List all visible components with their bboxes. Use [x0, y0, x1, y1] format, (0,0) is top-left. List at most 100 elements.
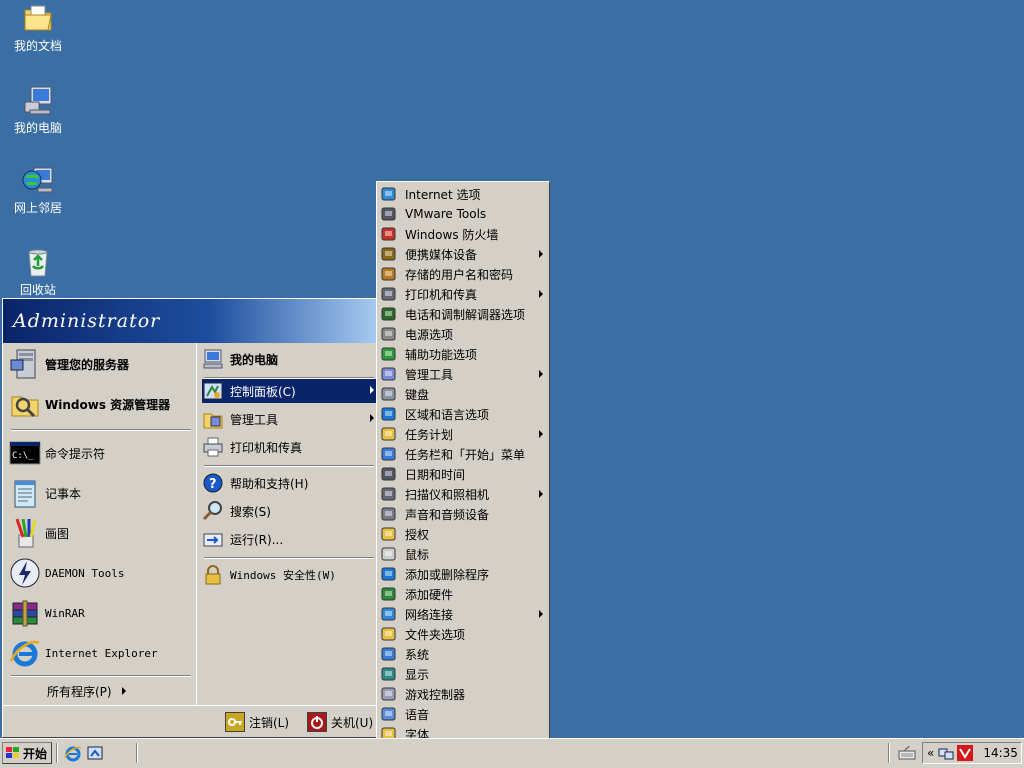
cp-item-label: 文件夹选项: [405, 627, 466, 642]
quicklaunch-show-desktop[interactable]: [86, 744, 104, 762]
start-button[interactable]: 开始: [2, 742, 52, 764]
start-item-control-panel[interactable]: 控制面板(C): [202, 379, 376, 403]
system-tray: « 14:35: [922, 742, 1022, 764]
my-computer-icon: [22, 84, 54, 116]
cp-item-11[interactable]: 区域和语言选项: [377, 404, 549, 424]
cp-item-26[interactable]: 语音: [377, 704, 549, 724]
cp-item-18[interactable]: 鼠标: [377, 544, 549, 564]
start-item-command-prompt[interactable]: C:\_ 命令提示符: [9, 435, 191, 471]
speech-icon: [381, 706, 397, 722]
start-item-notepad[interactable]: 记事本: [9, 475, 191, 511]
cp-item-22[interactable]: 文件夹选项: [377, 624, 549, 644]
start-item-search[interactable]: 搜索(S): [202, 499, 376, 523]
start-item-printers[interactable]: 打印机和传真: [202, 435, 376, 459]
cp-item-label: Windows 防火墙: [405, 227, 499, 242]
start-item-run[interactable]: 运行(R)...: [202, 527, 376, 551]
cp-item-24[interactable]: 显示: [377, 664, 549, 684]
keyboard-icon: [381, 386, 397, 402]
search-icon: [202, 500, 224, 522]
start-item-help[interactable]: ? 帮助和支持(H): [202, 471, 376, 495]
start-item-winrar[interactable]: WinRAR: [9, 595, 191, 631]
cp-item-label: 添加硬件: [405, 587, 454, 602]
cp-item-3[interactable]: 便携媒体设备: [377, 244, 549, 264]
cp-item-10[interactable]: 键盘: [377, 384, 549, 404]
cp-item-label: 键盘: [405, 387, 430, 402]
start-menu-right-pane: 我的电脑 控制面板(C) 管理工具 打印机和传真 ? 帮助和支持(H) 搜索(S…: [198, 343, 377, 705]
start-item-internet-explorer[interactable]: Internet Explorer: [9, 635, 191, 671]
cp-item-9[interactable]: 管理工具: [377, 364, 549, 384]
network-tray-icon[interactable]: [938, 745, 954, 761]
cp-item-2[interactable]: Windows 防火墙: [377, 224, 549, 244]
all-programs-label: 所有程序(P): [47, 684, 112, 699]
desktop-icon-my-documents[interactable]: 我的文档: [6, 2, 70, 54]
desktop-icon-network-places[interactable]: 网上邻居: [6, 164, 70, 216]
clock: 14:35: [983, 746, 1018, 760]
cp-item-14[interactable]: 日期和时间: [377, 464, 549, 484]
start-item-label: 记事本: [45, 486, 82, 501]
mouse-icon: [381, 546, 397, 562]
cp-item-8[interactable]: 辅助功能选项: [377, 344, 549, 364]
chevron-right-icon: [539, 290, 543, 298]
cp-item-label: 电源选项: [405, 327, 454, 342]
cp-item-25[interactable]: 游戏控制器: [377, 684, 549, 704]
chevron-right-icon: [539, 250, 543, 258]
paint-icon: [9, 517, 41, 549]
internet-explorer-icon: [64, 746, 82, 762]
desktop-icon-recycle-bin[interactable]: 回收站: [6, 246, 70, 298]
windows-flag-icon: [6, 747, 20, 759]
start-item-label: DAEMON Tools: [45, 566, 125, 580]
cp-item-0[interactable]: Internet 选项: [377, 184, 549, 204]
cp-item-23[interactable]: 系统: [377, 644, 549, 664]
taskbar: 开始 « 14:35: [0, 738, 1024, 768]
cp-item-label: Internet 选项: [405, 187, 481, 202]
start-item-windows-security[interactable]: Windows 安全性(W): [202, 563, 376, 587]
cp-item-16[interactable]: 声音和音频设备: [377, 504, 549, 524]
cp-item-21[interactable]: 网络连接: [377, 604, 549, 624]
accessibility-icon: [381, 346, 397, 362]
cp-item-15[interactable]: 扫描仪和照相机: [377, 484, 549, 504]
cp-item-5[interactable]: 打印机和传真: [377, 284, 549, 304]
cp-item-12[interactable]: 任务计划: [377, 424, 549, 444]
separator: [11, 429, 191, 431]
desktop-icon-my-computer[interactable]: 我的电脑: [6, 84, 70, 136]
svg-text:C:\_: C:\_: [12, 451, 34, 461]
start-item-manage-server[interactable]: 管理您的服务器: [9, 345, 191, 383]
cp-item-label: 网络连接: [405, 607, 454, 622]
winrar-icon: [9, 597, 41, 629]
command-prompt-icon: C:\_: [9, 437, 41, 469]
all-programs-button[interactable]: 所有程序(P): [47, 681, 126, 701]
shutdown-button[interactable]: 关机(U): [307, 710, 373, 734]
cp-item-label: 声音和音频设备: [405, 507, 490, 522]
cp-item-4[interactable]: 存储的用户名和密码: [377, 264, 549, 284]
start-item-my-computer[interactable]: 我的电脑: [202, 345, 376, 373]
cp-item-label: 便携媒体设备: [405, 247, 478, 262]
folder-options-icon: [381, 626, 397, 642]
cp-item-19[interactable]: 添加或删除程序: [377, 564, 549, 584]
tray-keyboard-language[interactable]: [898, 745, 916, 761]
vmware-tray-icon[interactable]: [957, 745, 974, 761]
control-panel-submenu: Internet 选项 VMware Tools Windows 防火墙 便携媒体设备…: [376, 181, 550, 766]
cp-item-label: 任务栏和「开始」菜单: [405, 447, 526, 462]
start-item-label: 命令提示符: [45, 446, 106, 461]
logoff-label: 注销(L): [249, 715, 290, 730]
cp-item-13[interactable]: 任务栏和「开始」菜单: [377, 444, 549, 464]
cp-item-1[interactable]: VMware Tools: [377, 204, 549, 224]
quicklaunch-internet-explorer[interactable]: [64, 744, 82, 762]
tray-chevron-button[interactable]: «: [927, 746, 934, 760]
cp-item-label: 存储的用户名和密码: [405, 267, 514, 282]
cp-item-label: 系统: [405, 647, 430, 662]
cp-item-20[interactable]: 添加硬件: [377, 584, 549, 604]
cp-item-label: 授权: [405, 527, 430, 542]
cp-item-17[interactable]: 授权: [377, 524, 549, 544]
logoff-button[interactable]: 注销(L): [225, 710, 289, 734]
cp-item-6[interactable]: 电话和调制解调器选项: [377, 304, 549, 324]
license-icon: [381, 526, 397, 542]
start-item-windows-explorer[interactable]: Windows 资源管理器: [9, 385, 191, 423]
cp-item-7[interactable]: 电源选项: [377, 324, 549, 344]
cp-item-label: VMware Tools: [405, 207, 487, 221]
start-item-admin-tools[interactable]: 管理工具: [202, 407, 376, 431]
chevron-right-icon: [539, 370, 543, 378]
start-item-paint[interactable]: 画图: [9, 515, 191, 551]
start-item-daemon-tools[interactable]: DAEMON Tools: [9, 555, 191, 591]
phone-icon: [381, 306, 397, 322]
